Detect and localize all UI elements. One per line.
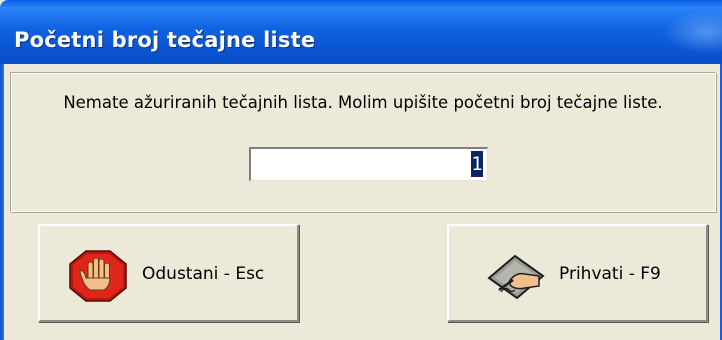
message-text: Nemate ažuriranih tečajnih lista. Molim …	[63, 93, 663, 112]
selected-text-highlight: 1	[471, 151, 483, 177]
window-frame-left	[0, 64, 4, 340]
dialog-window: Početni broj tečajne liste Nemate ažurir…	[0, 0, 722, 340]
accept-button-label: Prihvati - F9	[559, 264, 661, 284]
start-number-input[interactable]	[249, 147, 488, 181]
accept-button[interactable]: Prihvati - F9	[447, 224, 708, 322]
signing-hand-icon	[485, 252, 549, 304]
message-panel: Nemate ažuriranih tečajnih lista. Molim …	[10, 72, 716, 212]
dialog-title: Početni broj tečajne liste	[14, 28, 316, 52]
cancel-button[interactable]: Odustani - Esc	[38, 224, 299, 322]
title-bar[interactable]: Početni broj tečajne liste	[0, 0, 722, 64]
cancel-button-label: Odustani - Esc	[142, 264, 265, 284]
stop-hand-icon	[66, 250, 130, 306]
